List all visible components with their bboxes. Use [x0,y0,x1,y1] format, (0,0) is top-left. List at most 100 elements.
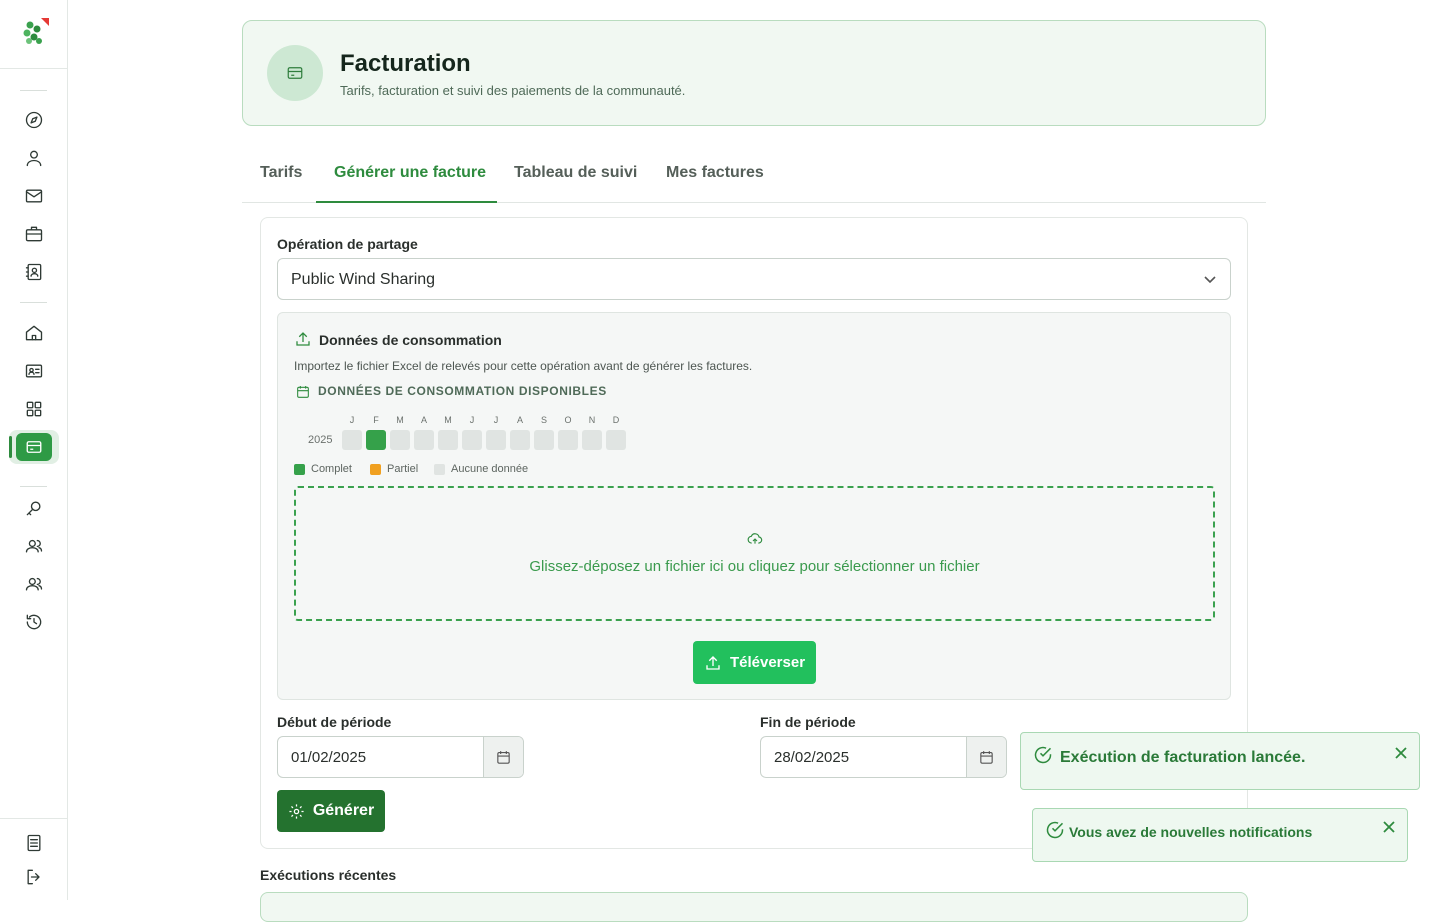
month-letter: F [373,415,379,425]
sidebar [0,0,68,900]
toast-message: Exécution de facturation lancée. [1060,749,1306,766]
close-icon[interactable] [1381,819,1397,835]
page-subtitle: Tarifs, facturation et suivi des paiemen… [340,83,686,98]
upload-button-label: Téléverser [729,654,806,671]
legend-partial-swatch [370,464,381,475]
legend-partial-label: Partiel [387,463,419,475]
period-end-label: Fin de période [760,714,856,730]
month-cell [390,430,410,450]
nav-users-icon[interactable] [22,534,46,558]
nav-active-indicator [9,436,12,458]
month-cell [366,430,386,450]
recent-execution-card[interactable] [260,892,1248,922]
nav-user-icon[interactable] [22,146,46,170]
month-letter: J [469,415,475,425]
period-start-value: 01/02/2025 [291,749,367,766]
sidebar-divider [0,818,68,819]
nav-compass-icon[interactable] [22,108,46,132]
cloud-upload-icon [747,531,763,547]
check-circle-icon [1045,820,1065,840]
active-tab-underline [316,201,497,203]
calendar-icon [295,384,311,400]
available-data-title: DONNÉES DE CONSOMMATION DISPONIBLES [318,384,607,398]
tab-tarifs[interactable]: Tarifs [260,164,302,182]
nav-briefcase-icon[interactable] [22,222,46,246]
month-letter: N [588,415,596,425]
month-letter: O [564,415,572,425]
legend-complete-label: Complet [311,463,352,475]
dropzone-text: Glissez-déposez un fichier ici ou clique… [529,558,980,575]
chevron-down-icon [1202,271,1218,287]
nav-grid-icon[interactable] [22,397,46,421]
month-cell [486,430,506,450]
month-letter: J [349,415,355,425]
consumption-description: Importez le fichier Excel de relevés pou… [294,359,753,373]
sidebar-divider [20,90,47,91]
app-logo[interactable] [19,16,51,48]
gear-icon [289,803,304,819]
month-cell [582,430,602,450]
legend-complete-swatch [294,464,305,475]
month-letter: D [612,415,620,425]
close-icon[interactable] [1393,745,1409,761]
billing-header-icon [267,45,323,101]
month-cell [558,430,578,450]
nav-document-icon[interactable] [22,831,46,855]
month-letter: J [493,415,499,425]
consumption-title: Données de consommation [319,332,502,348]
legend-none-swatch [434,464,445,475]
tab-mes-factures[interactable]: Mes factures [666,164,764,182]
upload-button[interactable]: Téléverser [693,641,816,684]
period-end-field[interactable]: 28/02/2025 [760,736,1007,778]
period-start-label: Début de période [277,714,392,730]
sidebar-divider [20,486,47,487]
month-letter: M [396,415,404,425]
nav-key-search-icon[interactable] [22,496,46,520]
file-dropzone[interactable]: Glissez-déposez un fichier ici ou clique… [294,486,1215,621]
tab-generer-facture[interactable]: Générer une facture [334,164,486,182]
upload-icon [706,655,720,670]
month-letter: A [516,415,523,425]
month-letter: S [540,415,547,425]
month-cell [342,430,362,450]
operation-select-value: Public Wind Sharing [291,271,436,288]
upload-icon [294,330,312,348]
month-letter: A [420,415,427,425]
nav-logout-icon[interactable] [22,865,46,889]
nav-home-icon[interactable] [22,321,46,345]
tab-tableau-suivi[interactable]: Tableau de suivi [514,164,637,182]
page-title: Facturation [340,50,471,77]
nav-mail-icon[interactable] [22,184,46,208]
year-label: 2025 [308,434,333,446]
toast-message: Vous avez de nouvelles notifications [1069,824,1313,840]
legend-none-label: Aucune donnée [451,463,529,475]
month-cell [534,430,554,450]
period-start-field[interactable]: 01/02/2025 [277,736,524,778]
generate-button[interactable]: Générer [277,790,385,832]
operation-select[interactable]: Public Wind Sharing [277,258,1231,300]
toast-new-notifications: Vous avez de nouvelles notifications [1032,808,1408,862]
nav-team-icon[interactable] [22,572,46,596]
month-cell [606,430,626,450]
recent-executions-title: Exécutions récentes [260,867,397,883]
tab-bar: Tarifs Générer une facture Tableau de su… [242,150,1266,203]
toast-billing-launched: Exécution de facturation lancée. [1020,732,1420,790]
month-cell [414,430,434,450]
check-circle-icon [1033,745,1053,765]
calendar-picker-icon[interactable] [966,737,1006,777]
month-cell [510,430,530,450]
sidebar-divider [20,302,47,303]
nav-history-icon[interactable] [22,610,46,634]
nav-id-card-icon[interactable] [22,359,46,383]
month-letter: M [444,415,452,425]
month-cell [462,430,482,450]
operation-label: Opération de partage [277,236,418,252]
nav-contact-card-icon[interactable] [22,260,46,284]
calendar-picker-icon[interactable] [483,737,523,777]
period-end-value: 28/02/2025 [774,749,850,766]
page-header: Facturation Tarifs, facturation et suivi… [242,20,1266,126]
month-cell [438,430,458,450]
nav-billing-icon[interactable] [16,433,52,461]
sidebar-divider [0,68,68,69]
consumption-data-panel: Données de consommation Importez le fich… [277,312,1231,700]
